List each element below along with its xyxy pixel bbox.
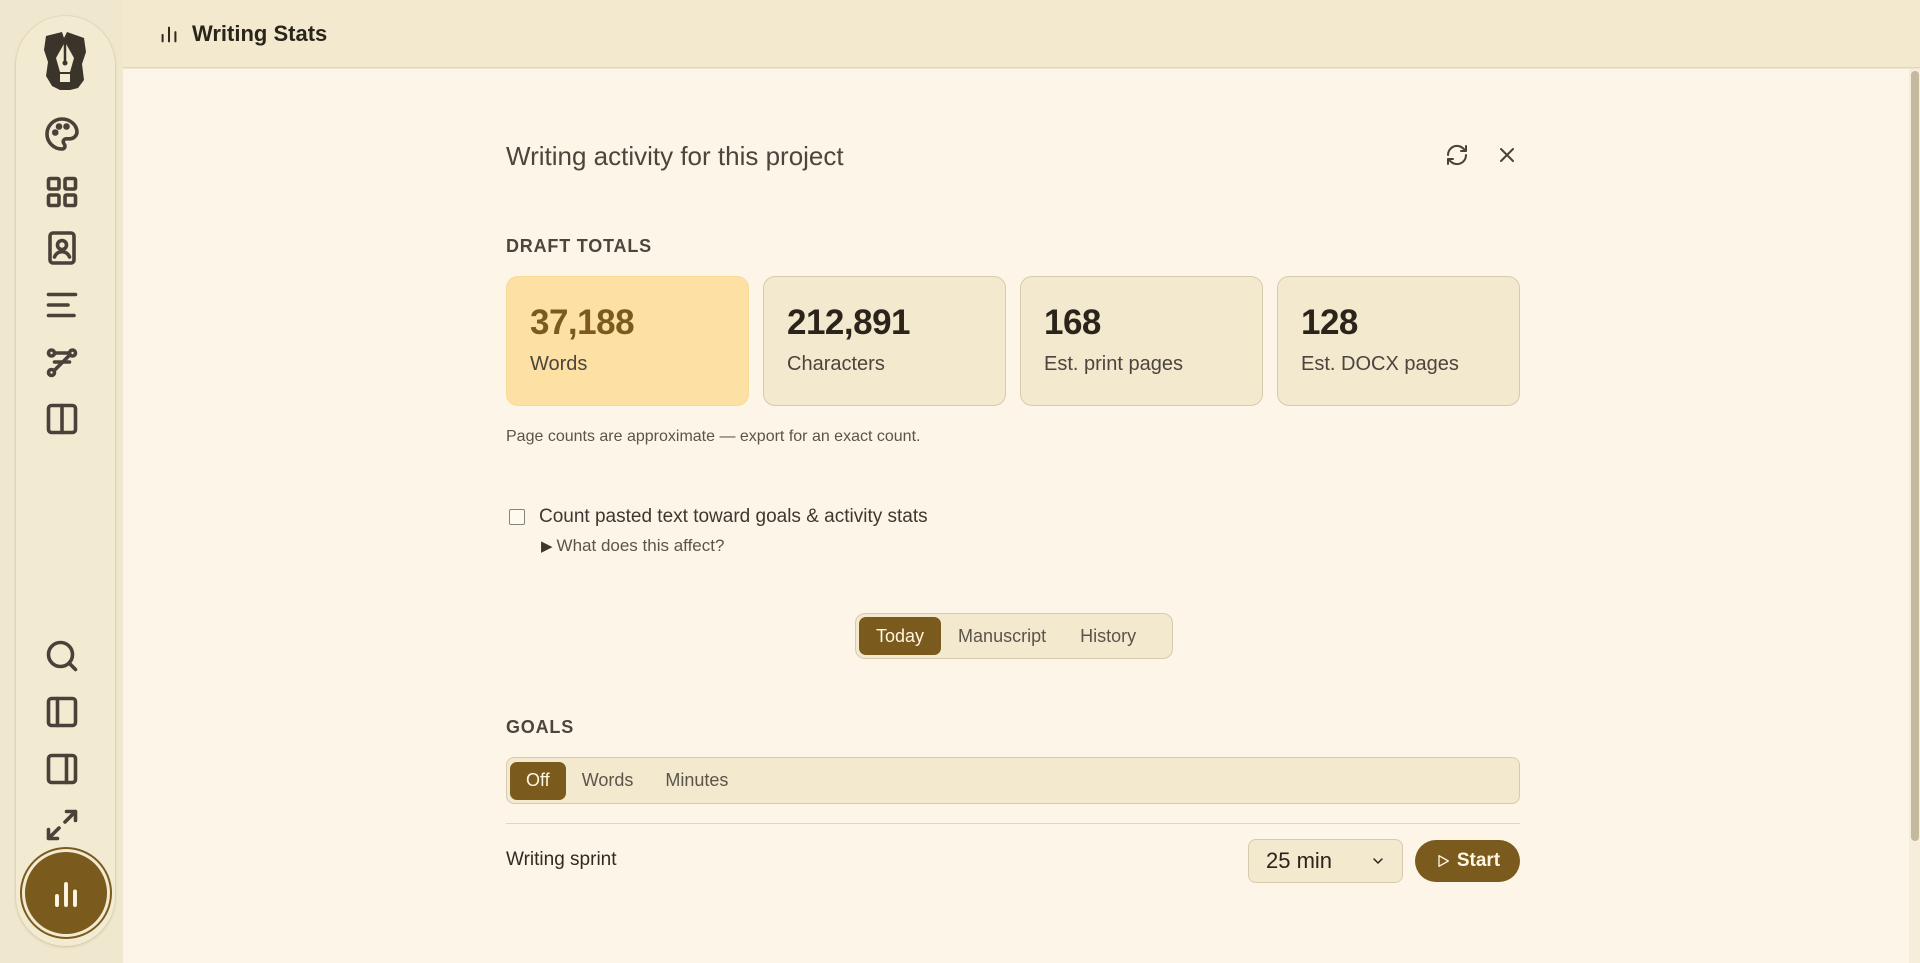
header: Writing Stats bbox=[123, 0, 1920, 68]
docx-pages-label: Est. DOCX pages bbox=[1301, 353, 1459, 375]
panel-actions bbox=[1444, 142, 1520, 168]
characters-label: Characters bbox=[787, 353, 885, 375]
words-label: Words bbox=[530, 353, 588, 375]
print-pages-value: 168 bbox=[1044, 303, 1101, 342]
expand-icon[interactable] bbox=[34, 797, 90, 853]
page-title: Writing Stats bbox=[192, 20, 328, 46]
words-value: 37,188 bbox=[530, 303, 635, 342]
split-panel-icon[interactable] bbox=[34, 391, 90, 447]
goals-selector: Off Words Minutes bbox=[506, 757, 1520, 804]
chevron-down-icon bbox=[1373, 858, 1383, 864]
pen-nib-logo-icon[interactable] bbox=[40, 30, 90, 92]
characters-card: 212,891 Characters bbox=[763, 276, 1006, 406]
view-tabs: Today Manuscript History bbox=[855, 613, 1173, 659]
palette-icon[interactable] bbox=[34, 106, 90, 162]
goal-off[interactable]: Off bbox=[510, 761, 566, 800]
stats-panel bbox=[123, 69, 1909, 963]
draft-totals-cards: 37,188 Words 212,891 Characters 168 Est.… bbox=[506, 276, 1520, 406]
details-summary: What does this affect? bbox=[556, 536, 725, 555]
docx-pages-card: 128 Est. DOCX pages bbox=[1277, 276, 1520, 406]
right-panel-icon[interactable] bbox=[34, 741, 90, 797]
refresh-icon[interactable] bbox=[1444, 142, 1470, 168]
grid-icon[interactable] bbox=[34, 164, 90, 220]
docx-pages-value: 128 bbox=[1301, 303, 1358, 342]
left-panel-icon[interactable] bbox=[34, 684, 90, 740]
divider bbox=[506, 823, 1520, 824]
paste-count-checkbox[interactable] bbox=[509, 509, 525, 525]
print-pages-card: 168 Est. print pages bbox=[1020, 276, 1263, 406]
start-sprint-button[interactable]: Start bbox=[1415, 840, 1520, 882]
tab-today[interactable]: Today bbox=[859, 617, 942, 655]
start-label: Start bbox=[1456, 850, 1501, 871]
contact-book-icon[interactable] bbox=[34, 220, 90, 276]
tab-manuscript[interactable]: Manuscript bbox=[941, 617, 1063, 655]
words-card: 37,188 Words bbox=[506, 276, 749, 406]
paste-count-label[interactable]: Count pasted text toward goals & activit… bbox=[539, 506, 928, 528]
what-does-this-affect-toggle[interactable]: ▶ What does this affect? bbox=[541, 536, 724, 556]
tab-history[interactable]: History bbox=[1063, 617, 1153, 655]
goal-minutes[interactable]: Minutes bbox=[649, 762, 744, 800]
close-icon[interactable] bbox=[1494, 142, 1520, 168]
bar-chart-icon bbox=[55, 882, 77, 907]
goals-label: GOALS bbox=[506, 717, 575, 737]
page-count-note: Page counts are approximate — export for… bbox=[506, 428, 921, 445]
stats-button[interactable] bbox=[25, 852, 107, 934]
print-pages-label: Est. print pages bbox=[1044, 353, 1183, 375]
align-left-icon[interactable] bbox=[34, 277, 90, 333]
goal-words[interactable]: Words bbox=[566, 762, 650, 800]
paste-option-row: Count pasted text toward goals & activit… bbox=[509, 506, 928, 528]
scrollbar[interactable] bbox=[1909, 69, 1920, 963]
draft-totals-label: DRAFT TOTALS bbox=[506, 236, 652, 256]
scrollbar-thumb[interactable] bbox=[1911, 71, 1919, 841]
disclosure-triangle-icon: ▶ bbox=[541, 538, 553, 555]
play-icon bbox=[1438, 855, 1449, 867]
sprint-duration-value: 25 min bbox=[1266, 848, 1333, 873]
panel-title: Writing activity for this project bbox=[506, 141, 844, 171]
sprint-duration-select[interactable]: 25 min bbox=[1248, 839, 1403, 883]
search-icon[interactable] bbox=[34, 628, 90, 684]
flow-icon[interactable] bbox=[34, 334, 90, 390]
bar-chart-icon bbox=[158, 23, 180, 45]
writing-sprint-label: Writing sprint bbox=[506, 849, 617, 870]
characters-value: 212,891 bbox=[787, 303, 911, 342]
